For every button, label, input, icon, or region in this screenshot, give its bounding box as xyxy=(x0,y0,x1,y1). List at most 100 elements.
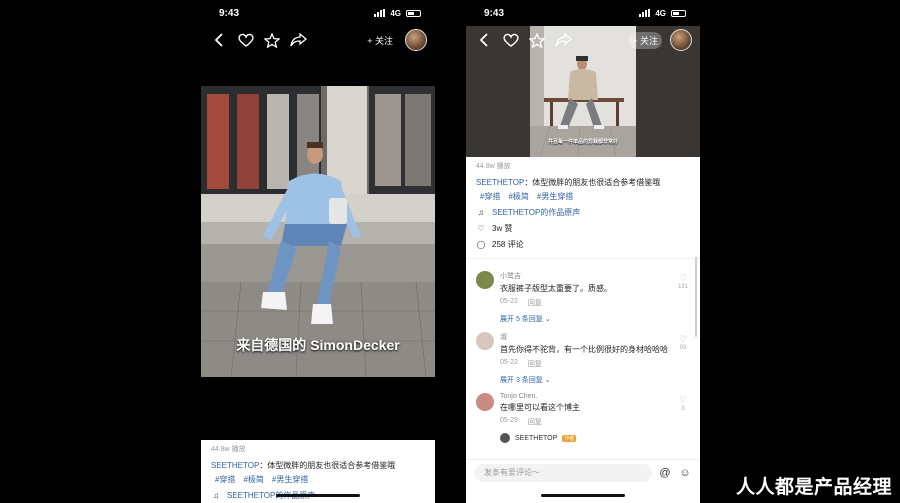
commenter-avatar[interactable] xyxy=(476,332,494,350)
home-indicator xyxy=(276,494,360,497)
star-icon[interactable] xyxy=(263,31,281,49)
comment-like-count: 3 xyxy=(681,406,685,412)
post-text: ：体型微胖的朋友也很适合参考借鉴哦 xyxy=(524,178,661,187)
post-description: SEETHETOP：体型微胖的朋友也很适合参考借鉴哦 xyxy=(476,177,690,189)
network-label: 4G xyxy=(390,8,401,18)
phone-screen-left: 9:43 4G + 关注 来自德国的 SimonDecker 44.8w 播放 … xyxy=(201,0,435,503)
tag-list: #穿搭 #极简 #男生穿搭 xyxy=(211,474,425,485)
comment-item: 小鹭吉 衣服裤子版型太重要了。质感。 05-22 回复 展开 5 条回复 ⌄ ♡ 1… xyxy=(476,271,690,324)
video-player[interactable]: 来自德国的 SimonDecker xyxy=(201,86,435,377)
music-icon: ♫ xyxy=(213,491,219,500)
comment-date: 05-22 xyxy=(500,298,518,305)
heart-icon: ♡ xyxy=(678,395,688,405)
home-indicator xyxy=(541,494,625,497)
share-icon[interactable] xyxy=(554,31,572,49)
heart-icon[interactable] xyxy=(237,31,255,49)
battery-icon xyxy=(671,9,686,17)
author-badge: 作者 xyxy=(562,434,577,442)
reply-avatar xyxy=(500,433,510,443)
author-link[interactable]: SEETHETOP xyxy=(211,461,259,470)
comment-date: 05-29 xyxy=(500,417,518,424)
music-icon: ♫ xyxy=(478,208,484,217)
chevron-down-icon: ⌄ xyxy=(544,316,551,323)
comment-sheet[interactable]: 44.8w 播放 SEETHETOP：体型微胖的朋友也很适合参考借鉴哦 #穿搭 … xyxy=(466,157,700,503)
status-time: 9:43 xyxy=(484,7,505,19)
video-frame-image xyxy=(201,86,435,377)
phone-screen-right: 9:43 4G 并且每一件单品的剪裁都非常好 + 关注 44.8w 播放 SEE… xyxy=(466,0,700,503)
commenter-avatar[interactable] xyxy=(476,271,494,289)
comment-text: 首先你得不驼背，有一个比例很好的身材哈哈哈 xyxy=(500,345,668,354)
battery-icon xyxy=(406,9,421,17)
tag-link[interactable]: #穿搭 xyxy=(480,191,500,202)
back-icon[interactable] xyxy=(476,31,494,49)
status-bar: 9:43 4G xyxy=(466,0,700,26)
video-caption: 来自德国的 SimonDecker xyxy=(236,337,400,353)
tag-link[interactable]: #穿搭 xyxy=(215,474,235,485)
reply-author: SEETHETOP xyxy=(515,434,558,442)
author-link[interactable]: SEETHETOP xyxy=(476,178,524,187)
watermark: 人人都是产品经理 xyxy=(735,476,892,498)
reply-preview[interactable]: SEETHETOP 作者 xyxy=(500,433,674,443)
comment-like-count: 131 xyxy=(677,284,688,290)
commenter-name[interactable]: Tonjo Chen. xyxy=(500,393,674,400)
comment-item: 淑 首先你得不驼背，有一个比例很好的身材哈哈哈 05-22 回复 展开 3 条回复… xyxy=(476,332,690,385)
tag-list: #穿搭 #极简 #男生穿搭 xyxy=(476,191,690,202)
tag-link[interactable]: #男生穿搭 xyxy=(272,474,308,485)
share-icon[interactable] xyxy=(289,31,307,49)
comment-like-button[interactable]: ♡ 131 xyxy=(676,273,690,290)
comment-like-count: 93 xyxy=(679,345,687,351)
follow-button[interactable]: + 关注 xyxy=(363,32,397,49)
post-text: ：体型微胖的朋友也很适合参考借鉴哦 xyxy=(259,461,396,470)
music-link[interactable]: SEETHETOP的作品原声 xyxy=(492,207,580,218)
comment-like-button[interactable]: ♡ 93 xyxy=(676,334,690,351)
at-icon[interactable]: @ xyxy=(658,466,672,480)
comment-text: 衣服裤子版型太重要了。质感。 xyxy=(500,284,612,293)
tag-link[interactable]: #极简 xyxy=(508,191,528,202)
comment-item: Tonjo Chen. 在哪里可以看这个博主 05-29 回复 SEETHETOP… xyxy=(476,393,690,443)
heart-icon[interactable] xyxy=(502,31,520,49)
back-icon[interactable] xyxy=(211,31,229,49)
network-label: 4G xyxy=(655,8,666,18)
reply-button[interactable]: 回复 xyxy=(528,298,542,308)
like-icon[interactable]: ♡ xyxy=(476,224,486,233)
comment-icon[interactable]: ◯ xyxy=(476,240,486,249)
video-caption-mini: 并且每一件单品的剪裁都非常好 xyxy=(547,139,618,145)
emoji-icon[interactable]: ☺ xyxy=(678,466,692,480)
play-count: 44.8w 播放 xyxy=(476,163,511,170)
reply-button[interactable]: 回复 xyxy=(528,417,542,427)
comment-count: 258 评论 xyxy=(492,240,524,249)
status-time: 9:43 xyxy=(219,7,240,19)
heart-icon: ♡ xyxy=(678,273,688,283)
follow-button[interactable]: + 关注 xyxy=(628,31,662,49)
top-bar: + 关注 xyxy=(201,26,435,54)
star-icon[interactable] xyxy=(528,31,546,49)
chevron-down-icon: ⌄ xyxy=(544,377,551,384)
post-info: 44.8w 播放 SEETHETOP：体型微胖的朋友也很适合参考借鉴哦 #穿搭 … xyxy=(466,157,700,254)
comment-input-bar: 发条有爱评论～ @ ☺ xyxy=(466,459,700,485)
commenter-name[interactable]: 小鹭吉 xyxy=(500,271,674,281)
comment-text: 在哪里可以看这个博主 xyxy=(500,403,580,412)
post-info: 44.8w 播放 SEETHETOP：体型微胖的朋友也很适合参考借鉴哦 #穿搭 … xyxy=(201,440,435,503)
comment-date: 05-22 xyxy=(500,359,518,366)
expand-replies-button[interactable]: 展开 5 条回复 ⌄ xyxy=(500,314,674,324)
post-description: SEETHETOP：体型微胖的朋友也很适合参考借鉴哦 xyxy=(211,460,425,472)
reply-button[interactable]: 回复 xyxy=(528,359,542,369)
commenter-avatar[interactable] xyxy=(476,393,494,411)
commenter-name[interactable]: 淑 xyxy=(500,332,674,342)
scrollbar[interactable] xyxy=(695,257,697,337)
expand-replies-button[interactable]: 展开 3 条回复 ⌄ xyxy=(500,375,674,385)
comment-like-button[interactable]: ♡ 3 xyxy=(676,395,690,412)
tag-link[interactable]: #男生穿搭 xyxy=(537,191,573,202)
status-bar: 9:43 4G xyxy=(201,0,435,26)
signal-icon xyxy=(639,9,651,17)
comment-list: 小鹭吉 衣服裤子版型太重要了。质感。 05-22 回复 展开 5 条回复 ⌄ ♡ 1… xyxy=(466,259,700,443)
play-count: 44.8w 播放 xyxy=(211,446,246,453)
author-avatar[interactable] xyxy=(405,29,427,51)
heart-icon: ♡ xyxy=(678,334,688,344)
tag-link[interactable]: #极简 xyxy=(243,474,263,485)
signal-icon xyxy=(374,9,386,17)
author-avatar[interactable] xyxy=(670,29,692,51)
top-bar: + 关注 xyxy=(466,26,700,54)
like-count: 3w 赞 xyxy=(492,224,513,233)
comment-input[interactable]: 发条有爱评论～ xyxy=(474,463,652,482)
